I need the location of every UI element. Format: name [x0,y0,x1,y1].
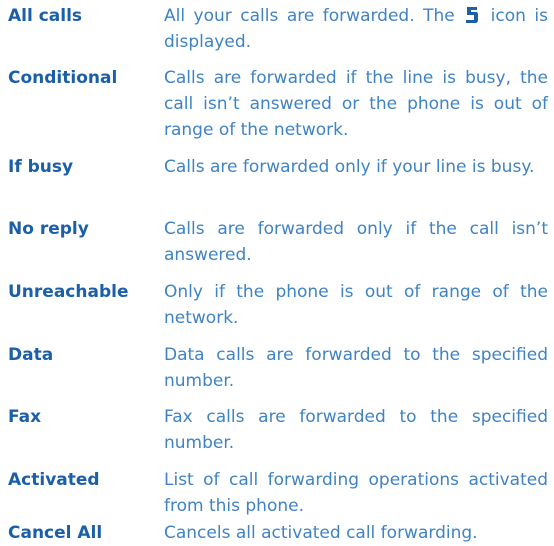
definition-term: Fax [8,407,42,427]
description-text: All your calls are forwarded. The [164,6,464,26]
definition-description: List of call forwarding operations activ… [164,470,548,516]
definition-term: Conditional [8,68,118,88]
definition-description: Cancels all activated call forwarding. [164,523,478,543]
definition-description: Fax calls are forwarded to the specified… [164,407,548,453]
definition-term: Activated [8,470,100,490]
definition-term: Cancel All [8,523,103,543]
definition-term: No reply [8,219,89,239]
definition-description: Only if the phone is out of range of the… [164,282,548,328]
definition-term: Data [8,345,54,365]
definition-description: Calls are forwarded only if your line is… [164,157,535,177]
definition-term: Unreachable [8,282,129,302]
definition-description: Calls are forwarded only if the call isn… [164,219,548,265]
definition-term: All calls [8,6,83,26]
definition-description: All your calls are forwarded. The icon i… [164,3,548,55]
definition-description: Data calls are forwarded to the specifie… [164,345,548,391]
definition-description: Calls are forwarded if the line is busy,… [164,68,548,140]
definition-term: If busy [8,157,74,177]
call-forward-icon [465,6,479,24]
